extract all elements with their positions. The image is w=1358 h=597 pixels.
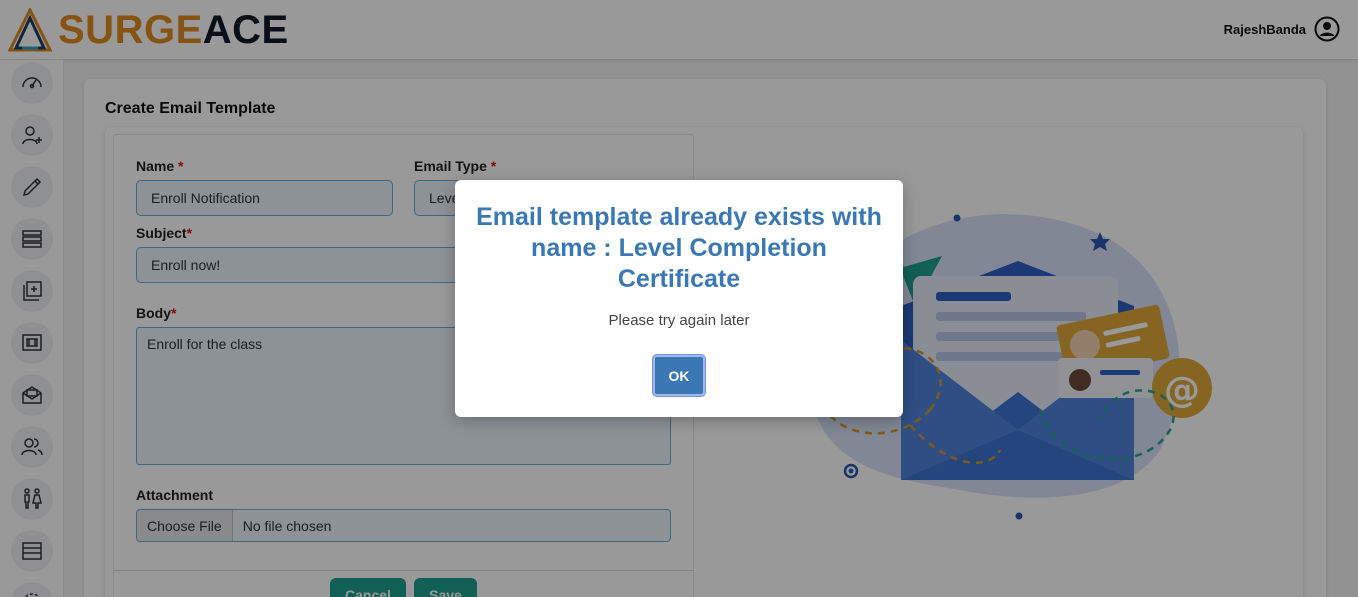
alert-dialog: Email template already exists with name … (455, 180, 903, 417)
dialog-message: Please try again later (608, 312, 750, 329)
dialog-title: Email template already exists with name … (476, 203, 882, 293)
ok-button[interactable]: OK (653, 355, 705, 396)
